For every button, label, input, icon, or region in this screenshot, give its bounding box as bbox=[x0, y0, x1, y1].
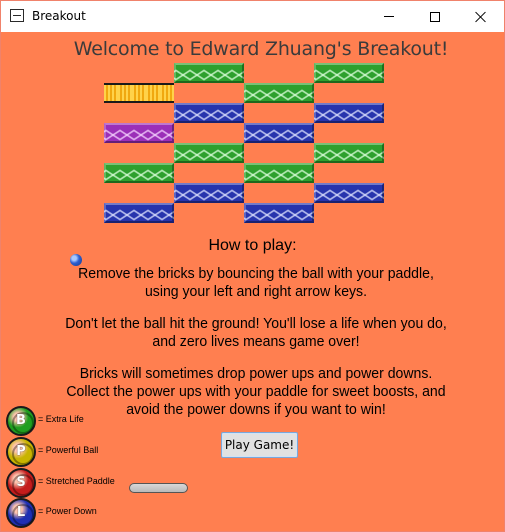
close-button[interactable] bbox=[458, 1, 504, 32]
green-brick bbox=[314, 63, 384, 83]
green-brick bbox=[104, 163, 174, 183]
app-window-icon bbox=[10, 9, 24, 22]
legend-label: = Power Down bbox=[38, 506, 97, 516]
green-brick bbox=[244, 83, 314, 103]
instruction-controls: Remove the bricks by bouncing the ball w… bbox=[78, 266, 434, 300]
how-to-play-title: How to play: bbox=[208, 237, 297, 254]
paddle bbox=[129, 483, 188, 493]
green-brick bbox=[244, 163, 314, 183]
minimize-button[interactable] bbox=[366, 1, 412, 32]
green-brick bbox=[174, 63, 244, 83]
title-bar[interactable]: Breakout bbox=[1, 1, 504, 32]
purple-brick bbox=[104, 123, 174, 143]
blue-brick bbox=[174, 103, 244, 123]
stretched-paddle-powerup-icon: S bbox=[6, 468, 36, 498]
powerful-ball-powerup-icon: P bbox=[6, 437, 36, 467]
game-canvas[interactable]: Welcome to Edward Zhuang's Breakout! How… bbox=[1, 32, 504, 531]
blue-brick bbox=[314, 103, 384, 123]
blue-brick bbox=[174, 183, 244, 203]
green-brick bbox=[314, 143, 384, 163]
legend-label: = Powerful Ball bbox=[38, 445, 99, 455]
blue-brick bbox=[314, 183, 384, 203]
green-brick bbox=[174, 143, 244, 163]
blue-brick bbox=[104, 203, 174, 223]
maximize-icon bbox=[430, 11, 440, 22]
legend-label: = Extra Life bbox=[38, 414, 84, 424]
play-game-button[interactable]: Play Game! bbox=[221, 432, 298, 458]
gold-brick bbox=[104, 83, 174, 103]
blue-brick bbox=[244, 203, 314, 223]
legend-label: = Stretched Paddle bbox=[38, 476, 115, 486]
maximize-button[interactable] bbox=[412, 1, 458, 32]
instruction-lives: Don't let the ball hit the ground! You'l… bbox=[65, 316, 447, 350]
extra-life-powerup-icon: B bbox=[6, 406, 36, 436]
close-icon bbox=[475, 11, 487, 23]
game-window: Breakout Welcome to Edward Zhuang's Brea… bbox=[0, 0, 505, 532]
blue-brick bbox=[244, 123, 314, 143]
instruction-powerups: Bricks will sometimes drop power ups and… bbox=[66, 366, 446, 418]
welcome-title: Welcome to Edward Zhuang's Breakout! bbox=[73, 38, 449, 60]
minimize-icon bbox=[384, 16, 394, 17]
window-title: Breakout bbox=[32, 9, 86, 23]
power-down-icon: L bbox=[6, 498, 36, 528]
